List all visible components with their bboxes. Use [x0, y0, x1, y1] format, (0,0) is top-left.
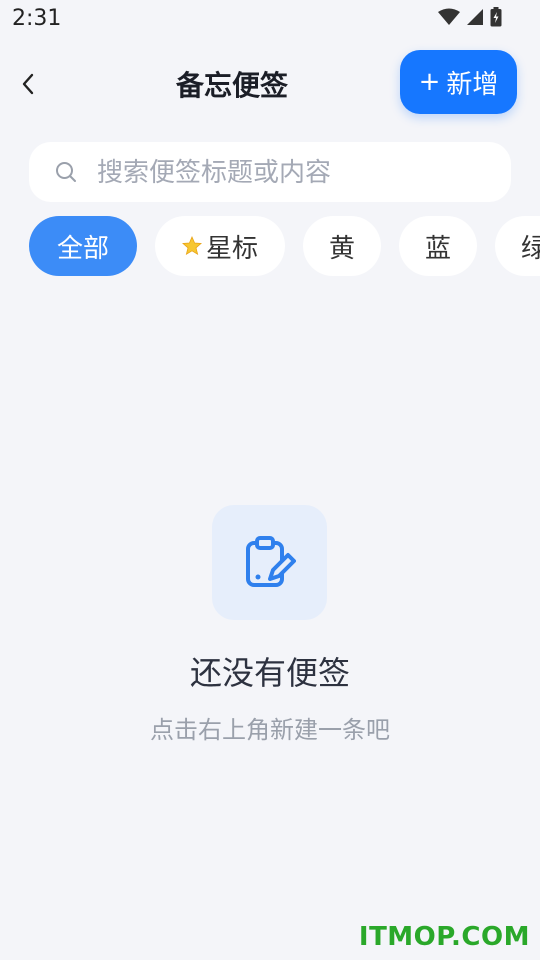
clipboard-edit-icon: [245, 535, 296, 587]
empty-state-icon-box: [212, 505, 327, 620]
filter-chip-label: 全部: [56, 233, 109, 264]
page-title: 备忘便签: [175, 69, 288, 102]
add-note-label: 新增: [446, 69, 499, 100]
status-bar: 2:31: [0, 0, 540, 36]
search-input[interactable]: [95, 142, 499, 204]
wifi-icon: [438, 8, 460, 25]
add-note-button[interactable]: + 新增: [400, 50, 517, 114]
status-time: 2:31: [12, 6, 62, 31]
filter-chip-label: 黄: [328, 233, 355, 264]
filter-chip-blue[interactable]: 蓝: [399, 216, 477, 276]
empty-state-title: 还没有便签: [189, 654, 350, 692]
filter-chip-label: 蓝: [424, 233, 451, 264]
battery-icon: [490, 7, 502, 27]
filter-chips: 全部 星标 黄 蓝 绿: [29, 216, 540, 276]
filter-chip-all[interactable]: 全部: [29, 216, 137, 276]
header: 备忘便签 + 新增: [0, 48, 540, 118]
filter-chip-yellow[interactable]: 黄: [303, 216, 381, 276]
filter-chip-label: 绿: [520, 233, 540, 264]
signal-icon: [467, 9, 483, 25]
filter-chip-label: 星标: [205, 233, 258, 264]
search-box[interactable]: [29, 142, 511, 204]
search-icon: [56, 162, 76, 182]
status-icons: [438, 7, 502, 27]
filter-chip-green[interactable]: 绿: [495, 216, 540, 276]
star-icon: [181, 236, 202, 256]
filter-chip-starred[interactable]: 星标: [155, 216, 285, 276]
plus-icon: +: [418, 67, 441, 97]
watermark: ITMOP.COM: [358, 922, 530, 952]
empty-state-subtitle: 点击右上角新建一条吧: [150, 716, 390, 744]
